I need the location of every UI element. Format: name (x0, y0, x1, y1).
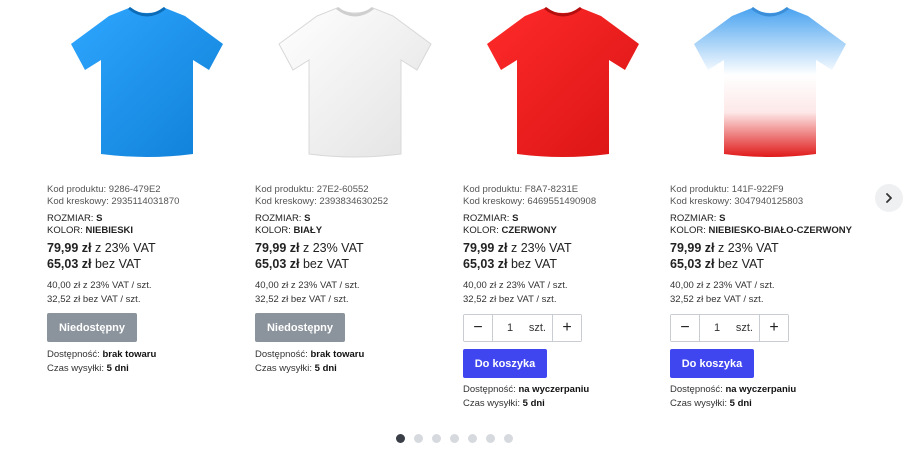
size-value: S (304, 213, 311, 224)
product-codes: Kod produktu: 9286-479E2 Kod kreskowy: 2… (47, 184, 180, 207)
tshirt-image-tricolor (694, 6, 846, 157)
unit-price-gross: 40,00 zł z 23% VAT / szt. (47, 280, 152, 291)
availability-value: na wyczerpaniu (518, 384, 590, 395)
shipping-value: 5 dni (522, 398, 545, 409)
carousel-next-button[interactable] (875, 184, 903, 212)
product-carousel: Kod produktu: 9286-479E2 Kod kreskowy: 2… (0, 0, 910, 449)
minus-icon: − (680, 319, 690, 336)
product-barcode: 3047940125803 (734, 196, 804, 207)
unavailable-button[interactable]: Niedostępny (47, 313, 137, 342)
shipping-value: 5 dni (729, 398, 752, 409)
price-gross: 79,99 zł z 23% VAT (670, 241, 779, 255)
price-net: 65,03 zł bez VAT (463, 257, 558, 271)
unit-price-net: 32,52 zł bez VAT / szt. (255, 294, 349, 305)
product-card: Kod produktu: 27E2-60552 Kod kreskowy: 2… (255, 0, 455, 374)
quantity-decrease-button[interactable]: − (464, 315, 493, 341)
add-to-cart-button[interactable]: Do koszyka (463, 349, 547, 378)
quantity-unit: szt. (735, 322, 753, 334)
size-value: S (96, 213, 103, 224)
price-gross: 79,99 zł z 23% VAT (463, 241, 572, 255)
product-card: Kod produktu: 141F-922F9 Kod kreskowy: 3… (670, 0, 870, 409)
product-attributes: ROZMIAR: S KOLOR: NIEBIESKO-BIAŁO-CZERWO… (670, 213, 852, 236)
availability-value: brak towaru (102, 349, 157, 360)
product-image[interactable] (255, 0, 455, 172)
quantity-decrease-button[interactable]: − (671, 315, 700, 341)
availability-info: Dostępność: na wyczerpaniu Czas wysyłki:… (463, 384, 590, 409)
plus-icon: + (769, 319, 779, 336)
unit-price-gross: 40,00 zł z 23% VAT / szt. (255, 280, 360, 291)
unit-price-net: 32,52 zł bez VAT / szt. (47, 294, 141, 305)
plus-icon: + (562, 319, 572, 336)
unavailable-button[interactable]: Niedostępny (255, 313, 345, 342)
quantity-increase-button[interactable]: + (552, 315, 581, 341)
quantity-input[interactable]: 1 szt. (493, 322, 552, 334)
availability-value: brak towaru (310, 349, 365, 360)
availability-info: Dostępność: brak towaru Czas wysyłki: 5 … (47, 349, 157, 374)
color-value: NIEBIESKI (85, 225, 134, 236)
quantity-value: 1 (507, 322, 514, 334)
unit-price-net: 32,52 zł bez VAT / szt. (463, 294, 557, 305)
pagination-dot[interactable] (486, 434, 495, 443)
product-code: F8A7-8231E (524, 184, 579, 195)
size-value: S (512, 213, 519, 224)
price-net: 65,03 zł bez VAT (47, 257, 142, 271)
quantity-stepper: − 1 szt. + (463, 314, 582, 342)
carousel-pagination (396, 434, 513, 443)
price-gross: 79,99 zł z 23% VAT (255, 241, 364, 255)
product-code: 27E2-60552 (316, 184, 369, 195)
pagination-dot[interactable] (504, 434, 513, 443)
product-attributes: ROZMIAR: S KOLOR: NIEBIESKI (47, 213, 134, 236)
product-image[interactable] (463, 0, 663, 172)
quantity-unit: szt. (528, 322, 546, 334)
product-image[interactable] (670, 0, 870, 172)
product-card: Kod produktu: 9286-479E2 Kod kreskowy: 2… (47, 0, 247, 374)
availability-info: Dostępność: na wyczerpaniu Czas wysyłki:… (670, 384, 797, 409)
unit-price-net: 32,52 zł bez VAT / szt. (670, 294, 764, 305)
availability-info: Dostępność: brak towaru Czas wysyłki: 5 … (255, 349, 365, 374)
color-value: NIEBIESKO-BIAŁO-CZERWONY (708, 225, 852, 236)
product-codes: Kod produktu: F8A7-8231E Kod kreskowy: 6… (463, 184, 597, 207)
unit-price-gross: 40,00 zł z 23% VAT / szt. (670, 280, 775, 291)
price-net: 65,03 zł bez VAT (670, 257, 765, 271)
chevron-right-icon (886, 193, 892, 203)
add-to-cart-button[interactable]: Do koszyka (670, 349, 754, 378)
pagination-dot[interactable] (468, 434, 477, 443)
product-codes: Kod produktu: 27E2-60552 Kod kreskowy: 2… (255, 184, 389, 207)
product-attributes: ROZMIAR: S KOLOR: BIAŁY (255, 213, 323, 236)
product-barcode: 2393834630252 (319, 196, 389, 207)
availability-value: na wyczerpaniu (725, 384, 797, 395)
size-value: S (719, 213, 726, 224)
product-barcode: 6469551490908 (527, 196, 597, 207)
pagination-dot[interactable] (396, 434, 405, 443)
shipping-value: 5 dni (314, 363, 337, 374)
price-gross: 79,99 zł z 23% VAT (47, 241, 156, 255)
tshirt-image-red (487, 6, 639, 157)
color-value: BIAŁY (293, 225, 323, 236)
unit-price-gross: 40,00 zł z 23% VAT / szt. (463, 280, 568, 291)
product-barcode: 2935114031870 (111, 196, 180, 207)
tshirt-image-blue (71, 6, 223, 157)
pagination-dot[interactable] (450, 434, 459, 443)
quantity-value: 1 (714, 322, 721, 334)
color-value: CZERWONY (501, 225, 557, 236)
pagination-dot[interactable] (432, 434, 441, 443)
product-code: 9286-479E2 (108, 184, 161, 195)
quantity-stepper: − 1 szt. + (670, 314, 789, 342)
quantity-increase-button[interactable]: + (759, 315, 788, 341)
shipping-value: 5 dni (106, 363, 129, 374)
minus-icon: − (473, 319, 483, 336)
pagination-dot[interactable] (414, 434, 423, 443)
product-codes: Kod produktu: 141F-922F9 Kod kreskowy: 3… (670, 184, 804, 207)
product-code: 141F-922F9 (731, 184, 784, 195)
tshirt-image-white (278, 6, 432, 158)
quantity-input[interactable]: 1 szt. (700, 322, 759, 334)
product-attributes: ROZMIAR: S KOLOR: CZERWONY (463, 213, 557, 236)
product-card: Kod produktu: F8A7-8231E Kod kreskowy: 6… (463, 0, 663, 409)
product-image[interactable] (47, 0, 247, 172)
price-net: 65,03 zł bez VAT (255, 257, 350, 271)
